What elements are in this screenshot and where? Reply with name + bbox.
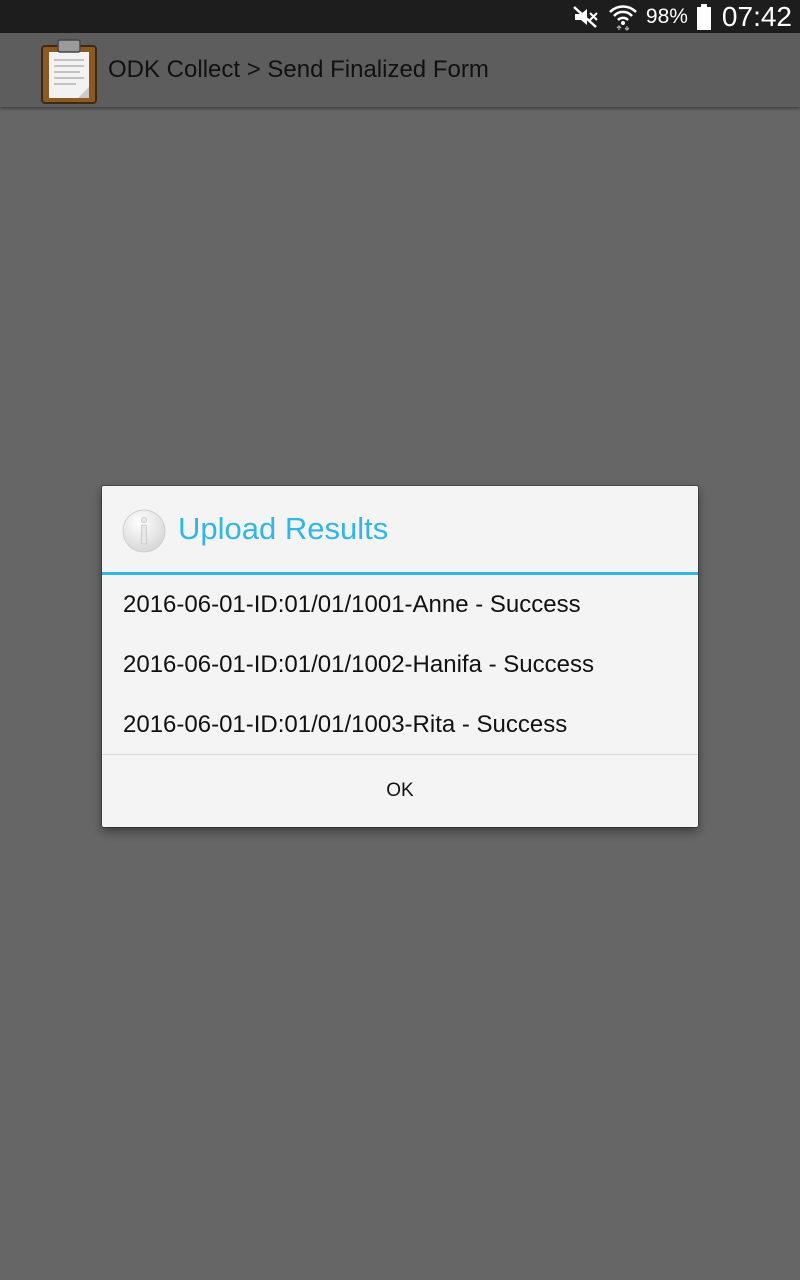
result-item: 2016-06-01-ID:01/01/1003-Rita - Success <box>123 711 568 738</box>
ok-button[interactable]: OK <box>102 755 698 827</box>
battery-percent: 98% <box>645 4 688 28</box>
upload-results-dialog: Upload Results 2016-06-01-ID:01/01/1001-… <box>102 486 698 827</box>
result-item: 2016-06-01-ID:01/01/1001-Anne - Success <box>123 591 581 618</box>
clipboard-icon[interactable] <box>40 38 98 104</box>
app-bar: ODK Collect > Send Finalized Form <box>0 33 800 107</box>
status-icons: 98% 07:42 <box>572 0 792 33</box>
dialog-title: Upload Results <box>178 511 389 546</box>
clock: 07:42 <box>721 0 792 32</box>
dialog-header: Upload Results <box>102 486 698 573</box>
info-icon <box>122 509 166 553</box>
mute-icon <box>572 5 600 29</box>
app-title: ODK Collect > Send Finalized Form <box>108 56 489 83</box>
status-bar: 98% 07:42 <box>0 0 800 33</box>
wifi-icon <box>608 3 638 31</box>
battery-icon <box>696 3 712 30</box>
result-list: 2016-06-01-ID:01/01/1001-Anne - Success … <box>102 575 698 755</box>
dialog-button-bar: OK <box>102 754 698 827</box>
result-item: 2016-06-01-ID:01/01/1002-Hanifa - Succes… <box>123 651 594 678</box>
